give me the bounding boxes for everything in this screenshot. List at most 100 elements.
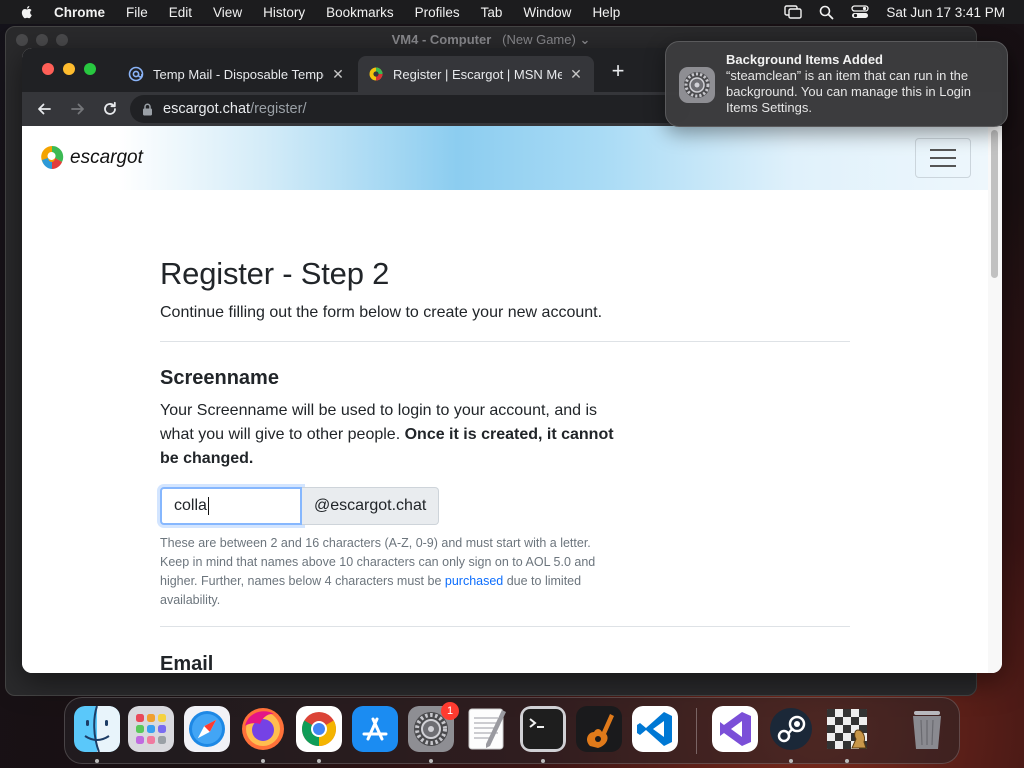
screenname-domain-addon: @escargot.chat bbox=[302, 487, 440, 525]
safari-icon[interactable] bbox=[184, 706, 230, 752]
close-window-button[interactable] bbox=[42, 63, 54, 75]
menu-file[interactable]: File bbox=[126, 5, 148, 20]
new-tab-button[interactable]: + bbox=[608, 60, 628, 82]
running-indicator bbox=[429, 759, 433, 763]
tab-close-icon[interactable]: ✕ bbox=[330, 66, 346, 83]
menu-tab[interactable]: Tab bbox=[481, 5, 503, 20]
zoom-window-button[interactable] bbox=[84, 63, 96, 75]
menu-history[interactable]: History bbox=[263, 5, 305, 20]
browser-window: Temp Mail - Disposable Tempor ✕ Register… bbox=[22, 48, 1002, 673]
minimize-window-button[interactable] bbox=[63, 63, 75, 75]
escargot-logo[interactable]: escargot bbox=[40, 144, 143, 172]
chevron-down-icon[interactable]: ⌄ bbox=[579, 32, 590, 47]
vm-window-title: VM4 - Computer (New Game) ⌄ bbox=[392, 32, 591, 48]
register-form: Register - Step 2 Continue filling out t… bbox=[160, 190, 850, 673]
hamburger-line bbox=[930, 149, 956, 151]
reload-icon bbox=[104, 101, 116, 115]
running-indicator bbox=[261, 759, 265, 763]
menu-view[interactable]: View bbox=[213, 5, 242, 20]
notification-body: “steamclean” is an item that can run in … bbox=[726, 68, 972, 115]
dock: 1 bbox=[64, 697, 960, 764]
tab-escargot-register[interactable]: Register | Escargot | MSN Mess ✕ bbox=[358, 56, 594, 92]
status-area: Sat Jun 17 3:41 PM bbox=[784, 0, 1005, 24]
finder-icon[interactable] bbox=[74, 706, 120, 752]
trash-icon[interactable] bbox=[904, 706, 950, 752]
screenname-input-value: colla bbox=[174, 497, 207, 514]
garageband-icon[interactable] bbox=[576, 706, 622, 752]
vm-title-text: VM4 - Computer bbox=[391, 32, 492, 47]
tab-title: Temp Mail - Disposable Tempor bbox=[153, 66, 324, 82]
forward-arrow-icon bbox=[71, 103, 84, 115]
screenname-input-group: colla @escargot.chat bbox=[160, 487, 850, 525]
apple-icon[interactable] bbox=[19, 4, 35, 20]
divider bbox=[160, 341, 850, 342]
escargot-logo-icon bbox=[41, 145, 64, 169]
menu-bookmarks[interactable]: Bookmarks bbox=[326, 5, 394, 20]
screenname-heading: Screenname bbox=[160, 367, 279, 389]
dock-separator bbox=[696, 708, 697, 754]
site-header: escargot bbox=[22, 126, 988, 190]
vm-close-button[interactable] bbox=[16, 34, 28, 46]
chrome-icon[interactable] bbox=[296, 706, 342, 752]
notification-badge: 1 bbox=[441, 702, 459, 720]
menu-toggle-button[interactable] bbox=[915, 138, 971, 178]
running-indicator bbox=[541, 759, 545, 763]
running-indicator bbox=[317, 759, 321, 763]
screenname-input[interactable]: colla bbox=[160, 487, 302, 525]
email-heading: Email bbox=[160, 653, 214, 673]
text-caret bbox=[207, 497, 209, 515]
screen-mirroring-icon[interactable] bbox=[784, 5, 803, 19]
textedit-icon[interactable] bbox=[464, 706, 510, 752]
lock-icon[interactable] bbox=[142, 103, 153, 116]
temp-mail-favicon-icon bbox=[128, 66, 144, 82]
menu-help[interactable]: Help bbox=[592, 5, 620, 20]
address-bar[interactable]: escargot.chat/register/ bbox=[130, 95, 690, 123]
tab-temp-mail[interactable]: Temp Mail - Disposable Tempor ✕ bbox=[118, 56, 356, 92]
hamburger-line bbox=[930, 165, 956, 167]
app-store-icon[interactable] bbox=[352, 706, 398, 752]
terminal-icon[interactable] bbox=[520, 706, 566, 752]
divider bbox=[160, 626, 850, 627]
url-host: escargot.chat bbox=[163, 101, 251, 117]
screenname-help: These are between 2 and 16 characters (A… bbox=[160, 534, 600, 610]
tab-title: Register | Escargot | MSN Mess bbox=[393, 66, 562, 82]
menu-bar: Chrome File Edit View History Bookmarks … bbox=[0, 0, 1024, 24]
running-indicator bbox=[95, 759, 99, 763]
menu-clock[interactable]: Sat Jun 17 3:41 PM bbox=[886, 5, 1005, 20]
notification-title: Background Items Added bbox=[726, 52, 883, 67]
screenname-description: Your Screenname will be used to login to… bbox=[160, 399, 620, 471]
background-items-notification[interactable]: Background Items Added “steamclean” is a… bbox=[665, 41, 1008, 127]
menu-app-name[interactable]: Chrome bbox=[54, 5, 105, 20]
reload-button[interactable] bbox=[100, 99, 120, 119]
escargot-favicon-icon bbox=[369, 67, 383, 81]
steam-icon[interactable] bbox=[768, 706, 814, 752]
page-scrollbar-thumb[interactable] bbox=[991, 130, 998, 278]
vm-title-subtitle: (New Game) bbox=[502, 32, 576, 47]
menu-profiles[interactable]: Profiles bbox=[415, 5, 460, 20]
menu-window[interactable]: Window bbox=[523, 5, 571, 20]
back-button[interactable] bbox=[34, 99, 54, 119]
launchpad-icon[interactable] bbox=[128, 706, 174, 752]
back-arrow-icon bbox=[38, 103, 51, 115]
running-indicator bbox=[845, 759, 849, 763]
url-path: /register/ bbox=[250, 101, 307, 117]
hamburger-line bbox=[930, 157, 956, 159]
window-controls bbox=[42, 63, 96, 75]
vscode-icon[interactable] bbox=[632, 706, 678, 752]
vm-window-controls bbox=[16, 34, 68, 46]
system-settings-icon bbox=[679, 67, 715, 103]
chess-icon[interactable] bbox=[824, 706, 870, 752]
page-title: Register - Step 2 bbox=[160, 256, 390, 291]
visual-studio-icon[interactable] bbox=[712, 706, 758, 752]
firefox-icon[interactable] bbox=[240, 706, 286, 752]
purchased-link[interactable]: purchased bbox=[445, 574, 503, 588]
vm-minimize-button[interactable] bbox=[36, 34, 48, 46]
search-icon[interactable] bbox=[819, 5, 834, 20]
page-lead: Continue filling out the form below to c… bbox=[160, 304, 603, 321]
control-center-icon[interactable] bbox=[851, 5, 870, 19]
vm-zoom-button[interactable] bbox=[56, 34, 68, 46]
tab-close-icon[interactable]: ✕ bbox=[568, 66, 584, 83]
menu-edit[interactable]: Edit bbox=[169, 5, 192, 20]
logo-text: escargot bbox=[70, 147, 143, 168]
forward-button[interactable] bbox=[68, 99, 88, 119]
